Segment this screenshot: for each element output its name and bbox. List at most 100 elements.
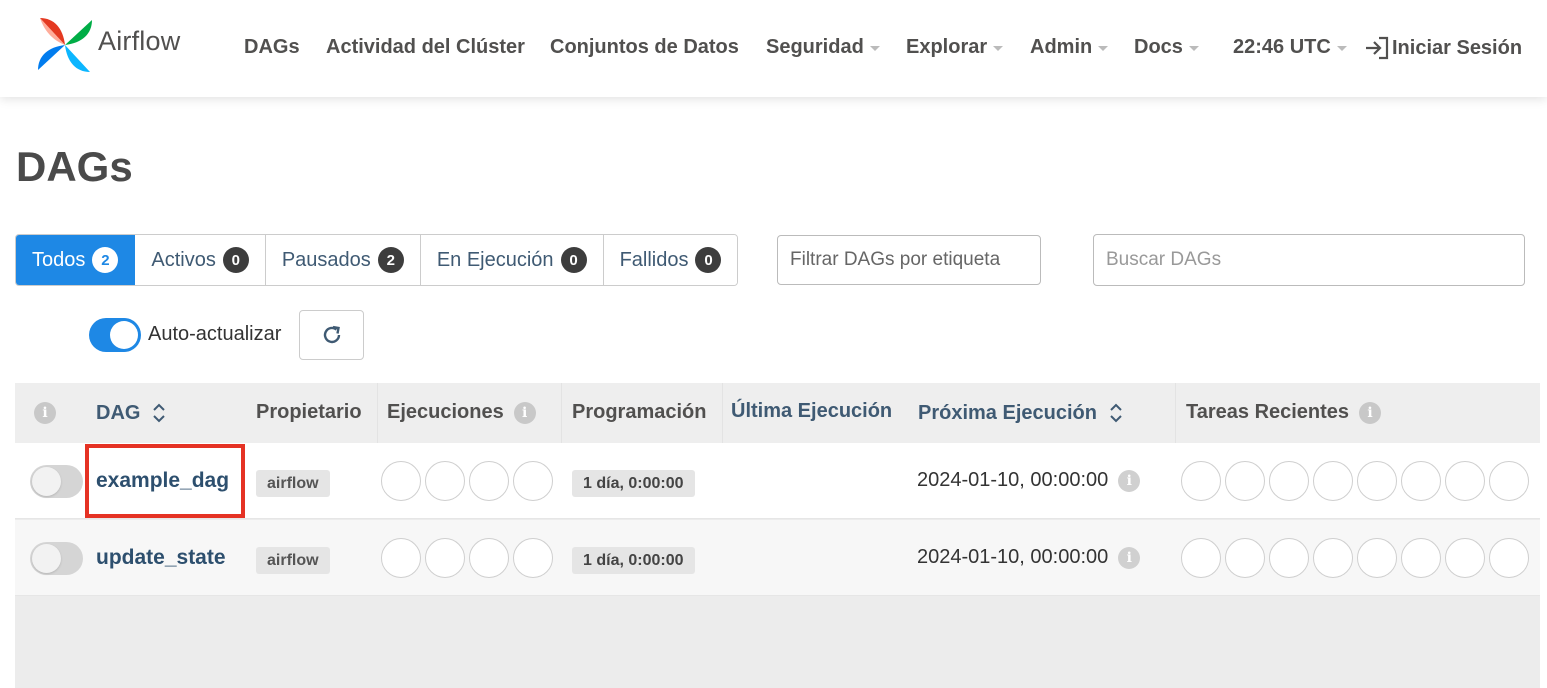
column-divider <box>561 383 562 443</box>
column-divider <box>1175 383 1176 443</box>
caret-down-icon <box>993 46 1004 51</box>
runs-status-circles <box>381 461 557 501</box>
pause-toggle[interactable] <box>30 542 83 575</box>
tab-label: Fallidos <box>619 248 689 271</box>
run-status-circle[interactable] <box>425 538 465 578</box>
column-divider <box>722 383 723 443</box>
nav-admin-label: Admin <box>1030 36 1093 58</box>
task-status-circle[interactable] <box>1269 538 1309 578</box>
run-status-circle[interactable] <box>381 538 421 578</box>
nav-security[interactable]: Seguridad <box>766 36 880 59</box>
toggle-knob <box>32 544 61 573</box>
header-owner: Propietario <box>256 401 362 423</box>
recent-tasks-circles <box>1181 538 1533 578</box>
task-status-circle[interactable] <box>1269 461 1309 501</box>
task-status-circle[interactable] <box>1401 461 1441 501</box>
run-status-circle[interactable] <box>425 461 465 501</box>
count-badge: 0 <box>695 247 722 273</box>
task-status-circle[interactable] <box>1181 461 1221 501</box>
table-row: example_dag airflow 1 día, 0:00:00 2024-… <box>15 443 1540 519</box>
schedule-badge[interactable]: 1 día, 0:00:00 <box>572 470 695 497</box>
next-run-value: 2024-01-10, 00:00:00 <box>917 546 1109 568</box>
nav-security-label: Seguridad <box>766 36 864 58</box>
task-status-circle[interactable] <box>1313 461 1353 501</box>
table-row: update_state airflow 1 día, 0:00:00 2024… <box>15 520 1540 596</box>
pause-toggle[interactable] <box>30 465 83 498</box>
nav-login-label: Iniciar Sesión <box>1392 36 1523 59</box>
count-badge: 2 <box>92 247 119 273</box>
task-status-circle[interactable] <box>1489 538 1529 578</box>
next-run-cell: 2024-01-10, 00:00:00 i <box>917 546 1141 569</box>
dag-link[interactable]: update_state <box>96 546 226 570</box>
sort-icon <box>153 403 166 423</box>
schedule-badge[interactable]: 1 día, 0:00:00 <box>572 547 695 574</box>
task-status-circle[interactable] <box>1225 538 1265 578</box>
task-status-circle[interactable] <box>1357 461 1397 501</box>
nav-time[interactable]: 22:46 UTC <box>1233 36 1347 59</box>
nav-cluster-activity[interactable]: Actividad del Clúster <box>326 36 525 59</box>
dag-link[interactable]: example_dag <box>96 469 229 493</box>
header-recent-tasks: Tareas Recientes i <box>1186 401 1382 424</box>
tab-paused[interactable]: Pausados 2 <box>265 235 421 285</box>
nav-dags[interactable]: DAGs <box>244 36 300 59</box>
refresh-button[interactable] <box>299 310 364 360</box>
nav-browse-label: Explorar <box>906 36 988 58</box>
info-icon[interactable]: i <box>1359 401 1382 424</box>
column-divider <box>377 383 378 443</box>
brand-name: Airflow <box>98 25 181 56</box>
count-badge: 0 <box>560 247 587 273</box>
header-last-run[interactable]: Última Ejecución <box>731 400 892 423</box>
task-status-circle[interactable] <box>1357 538 1397 578</box>
caret-down-icon <box>1336 46 1347 51</box>
tab-label: Todos <box>32 248 86 271</box>
header-info[interactable]: i <box>34 402 56 424</box>
task-status-circle[interactable] <box>1181 538 1221 578</box>
info-icon[interactable]: i <box>1118 546 1141 569</box>
tab-running[interactable]: En Ejecución 0 <box>420 235 604 285</box>
info-icon[interactable]: i <box>513 401 536 424</box>
runs-status-circles <box>381 538 557 578</box>
header-dag[interactable]: DAG <box>96 401 166 425</box>
task-status-circle[interactable] <box>1445 461 1485 501</box>
caret-down-icon <box>869 46 880 51</box>
toggle-knob <box>110 321 138 349</box>
tab-all[interactable]: Todos 2 <box>16 235 136 285</box>
task-status-circle[interactable] <box>1313 538 1353 578</box>
nav-docs[interactable]: Docs <box>1134 36 1199 59</box>
dags-table: i DAG Propietario Ejecuciones i Programa… <box>15 383 1540 688</box>
tag-filter-input[interactable] <box>777 235 1041 285</box>
owner-badge[interactable]: airflow <box>256 470 330 497</box>
top-navbar: Airflow DAGs Actividad del Clúster Conju… <box>0 0 1547 97</box>
run-status-circle[interactable] <box>469 538 509 578</box>
task-status-circle[interactable] <box>1401 538 1441 578</box>
sort-icon <box>1110 403 1122 423</box>
run-status-circle[interactable] <box>513 461 553 501</box>
header-next-run-label: Próxima Ejecución <box>918 401 1097 424</box>
header-next-run[interactable]: Próxima Ejecución <box>918 401 1123 425</box>
search-dags-input[interactable] <box>1093 234 1525 286</box>
airflow-pinwheel-icon <box>38 18 92 72</box>
task-status-circle[interactable] <box>1225 461 1265 501</box>
tab-failed[interactable]: Fallidos 0 <box>603 235 738 285</box>
nav-admin[interactable]: Admin <box>1030 36 1109 59</box>
run-status-circle[interactable] <box>469 461 509 501</box>
run-status-circle[interactable] <box>381 461 421 501</box>
header-recent-tasks-label: Tareas Recientes <box>1186 401 1350 423</box>
header-runs-label: Ejecuciones <box>387 401 504 423</box>
task-status-circle[interactable] <box>1445 538 1485 578</box>
auto-refresh-label: Auto-actualizar <box>148 323 282 345</box>
owner-badge[interactable]: airflow <box>256 547 330 574</box>
nav-login[interactable]: Iniciar Sesión <box>1364 36 1522 60</box>
nav-datasets[interactable]: Conjuntos de Datos <box>550 36 739 59</box>
brand[interactable]: Airflow <box>36 16 180 74</box>
run-status-circle[interactable] <box>513 538 553 578</box>
task-status-circle[interactable] <box>1489 461 1529 501</box>
next-run-cell: 2024-01-10, 00:00:00 i <box>917 469 1141 492</box>
toggle-knob <box>32 467 61 496</box>
tab-active[interactable]: Activos 0 <box>135 235 266 285</box>
auto-refresh-toggle[interactable] <box>89 318 141 352</box>
tab-label: Pausados <box>281 248 371 271</box>
caret-down-icon <box>1188 46 1199 51</box>
info-icon[interactable]: i <box>1118 469 1141 492</box>
nav-browse[interactable]: Explorar <box>906 36 1004 59</box>
